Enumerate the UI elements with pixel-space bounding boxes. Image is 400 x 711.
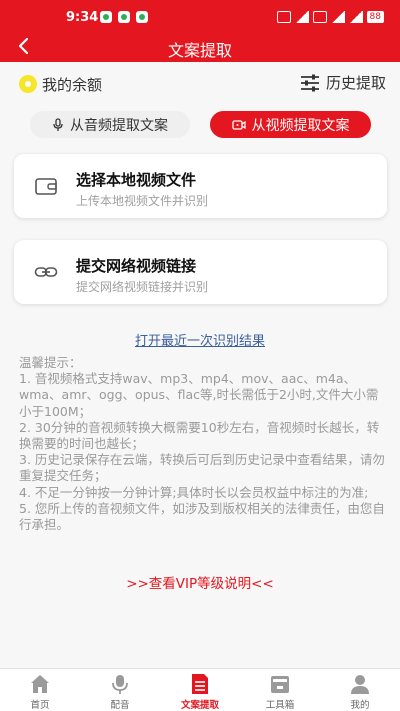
tab-video-label: 从视频提取文案 <box>251 117 350 134</box>
sim-icon <box>312 11 327 23</box>
nav-bar: 文案提取 <box>0 34 400 62</box>
microphone-icon <box>112 675 128 694</box>
status-bar: 9:34 88 <box>0 0 400 34</box>
balance-row: 我的余额 历史提取 <box>0 70 400 98</box>
open-recent-result-link[interactable]: 打开最近一次识别结果 <box>0 330 400 349</box>
card-title: 选择本地视频文件 <box>76 171 197 189</box>
nav-label: 我的 <box>350 700 370 711</box>
submit-video-link-card[interactable]: 提交网络视频链接 提交网络视频链接并识别 <box>14 240 387 304</box>
tips-heading: 温馨提示： <box>19 355 82 370</box>
nav-toolbox[interactable]: 工具箱 <box>240 669 320 711</box>
card-title: 提交网络视频链接 <box>76 257 197 275</box>
nav-label: 首页 <box>30 700 50 711</box>
tip-item: 4. 不足一分钟按一分钟计算;具体时长以会员权益中标注的为准; <box>19 484 369 500</box>
wallet-icon <box>35 178 57 195</box>
nav-label: 文案提取 <box>180 700 219 711</box>
notification-icon <box>118 11 130 23</box>
nav-label: 配音 <box>110 700 130 711</box>
nav-label: 工具箱 <box>265 700 295 711</box>
history-button[interactable]: 历史提取 <box>300 72 386 93</box>
my-balance-link[interactable]: 我的余额 <box>42 74 102 95</box>
tab-audio-label: 从音频提取文案 <box>70 117 168 134</box>
sim-icon <box>276 11 291 23</box>
user-icon <box>351 675 369 694</box>
nav-mine[interactable]: 我的 <box>320 669 400 711</box>
card-subtitle: 上传本地视频文件并识别 <box>76 194 209 208</box>
document-icon <box>192 674 208 694</box>
home-icon <box>31 675 49 693</box>
bottom-nav: 首页 配音 文案提取 工具箱 我的 <box>0 668 400 711</box>
tip-item: 2. 30分钟的音视频转换大概需要10秒左右，音视频时长越长，转换需要的时间也越… <box>19 419 380 452</box>
signal-icon <box>294 11 309 23</box>
tips-section: 温馨提示： 1. 音视频格式支持wav、mp3、mp4、mov、aac、m4a、… <box>19 355 387 533</box>
tip-item: 3. 历史记录保存在云端，转换后可后到历史记录中查看结果，请勿重复提交任务； <box>19 452 385 484</box>
notification-icon <box>100 11 112 23</box>
microphone-icon <box>53 117 63 131</box>
battery-icon: 88 <box>366 11 384 23</box>
tip-item: 1. 音视频格式支持wav、mp3、mp4、mov、aac、m4a、wma、am… <box>19 371 379 419</box>
coin-icon <box>19 75 37 93</box>
link-icon <box>34 267 58 277</box>
source-tabs: 从音频提取文案 从视频提取文案 <box>0 111 400 138</box>
nav-dubbing[interactable]: 配音 <box>80 669 160 711</box>
tab-audio-extract[interactable]: 从音频提取文案 <box>30 111 190 138</box>
card-subtitle: 提交网络视频链接并识别 <box>76 280 209 294</box>
video-icon <box>231 119 246 130</box>
tab-video-extract[interactable]: 从视频提取文案 <box>210 111 371 138</box>
nav-text-extract[interactable]: 文案提取 <box>160 669 240 711</box>
status-time: 9:34 <box>66 10 99 25</box>
signal-icon <box>330 11 345 23</box>
notification-icon <box>136 11 148 23</box>
sliders-icon <box>300 74 319 91</box>
toolbox-icon <box>271 676 289 693</box>
tip-item: 5. 您所上传的音视频文件，如涉及到版权相关的法律责任，由您自行承担。 <box>19 500 385 533</box>
page-title: 文案提取 <box>167 41 232 60</box>
select-local-video-card[interactable]: 选择本地视频文件 上传本地视频文件并识别 <box>14 154 387 218</box>
wifi-icon <box>348 11 363 23</box>
history-label: 历史提取 <box>325 74 386 92</box>
vip-level-link[interactable]: >>查看VIP等级说明<< <box>0 572 400 592</box>
nav-home[interactable]: 首页 <box>0 669 80 711</box>
